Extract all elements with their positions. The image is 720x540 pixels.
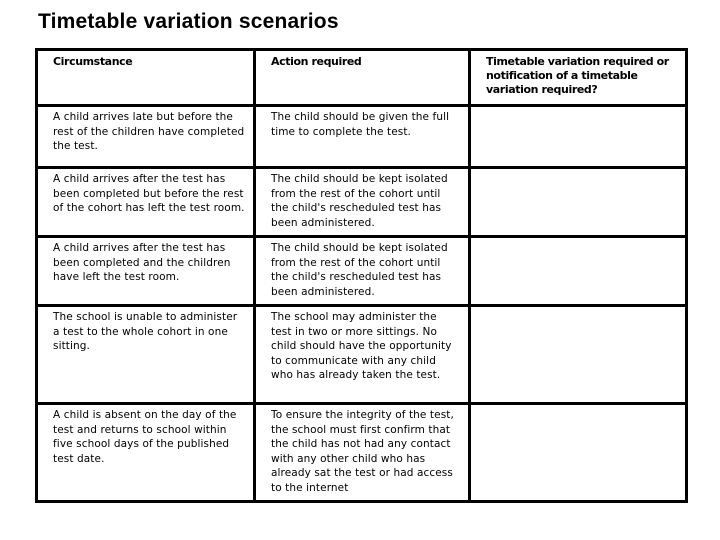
circumstance-cell: A child arrives after the test has been … [35,166,256,238]
variation-cell[interactable] [468,235,688,307]
table-row: A child arrives late but before the rest… [35,104,688,169]
table-row: The school is unable to administer a tes… [35,304,688,405]
page-title: Timetable variation scenarios [38,10,339,33]
table-row: A child arrives after the test has been … [35,166,688,238]
variation-cell[interactable] [468,402,688,503]
action-cell: The child should be kept isolated from t… [253,235,471,307]
variation-cell[interactable] [468,166,688,238]
action-cell: To ensure the integrity of the test, the… [253,402,471,503]
header-action-required: Action required [253,48,471,107]
scenarios-table: Circumstance Action required Timetable v… [35,48,688,503]
header-circumstance: Circumstance [35,48,256,107]
action-cell: The school may administer the test in tw… [253,304,471,405]
table-row: A child is absent on the day of the test… [35,402,688,503]
header-timetable-variation: Timetable variation required or notifica… [468,48,688,107]
action-cell: The child should be given the full time … [253,104,471,169]
table-row: A child arrives after the test has been … [35,235,688,307]
variation-cell[interactable] [468,304,688,405]
variation-cell[interactable] [468,104,688,169]
table-header-row: Circumstance Action required Timetable v… [35,48,688,107]
circumstance-cell: A child arrives after the test has been … [35,235,256,307]
action-cell: The child should be kept isolated from t… [253,166,471,238]
circumstance-cell: A child arrives late but before the rest… [35,104,256,169]
circumstance-cell: The school is unable to administer a tes… [35,304,256,405]
circumstance-cell: A child is absent on the day of the test… [35,402,256,503]
